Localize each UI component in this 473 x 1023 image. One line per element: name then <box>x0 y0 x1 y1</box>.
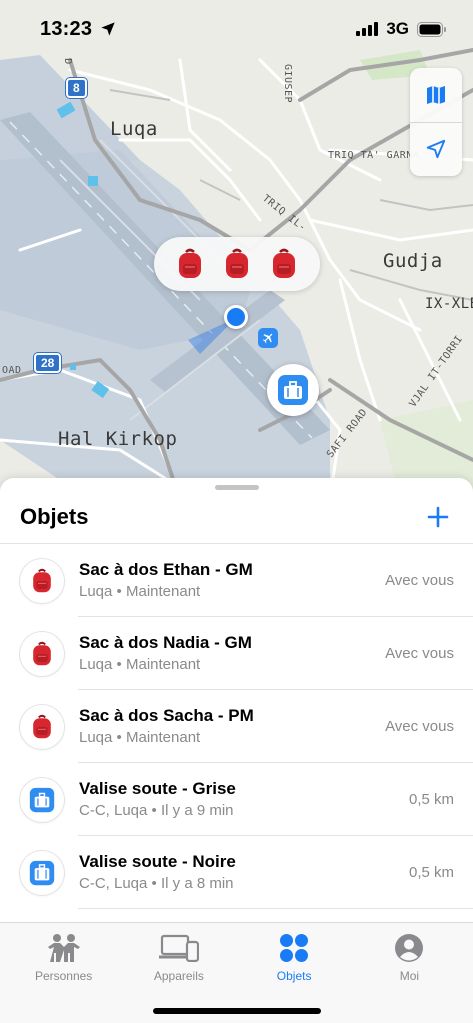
separator-dot: • <box>116 729 122 746</box>
item-name: Valise soute - Noire <box>79 852 236 871</box>
person-circle-icon <box>395 934 424 962</box>
item-icon <box>20 777 64 822</box>
items-sheet: Objets Sac à dos Ethan - GM Luqa • Maint… <box>0 478 473 925</box>
tab-label: Personnes <box>34 969 93 983</box>
item-status: Avec vous <box>385 645 454 662</box>
item-name: Sac à dos Nadia - GM <box>79 633 252 652</box>
home-indicator <box>152 1008 321 1014</box>
backpack-icon <box>178 248 201 278</box>
map-view[interactable]: Luqa Gudja Hal Kirkop TRIQ TA' GARNA TRI… <box>0 0 473 500</box>
item-icon <box>20 850 64 895</box>
item-status: 0,5 km <box>408 791 454 808</box>
item-location: Luqa • Maintenant <box>79 728 385 748</box>
location-arrow-icon <box>101 22 115 36</box>
backpack-icon <box>33 641 51 665</box>
map-label-hal-kirkop: Hal Kirkop <box>58 428 178 450</box>
item-place: Luqa <box>79 729 113 746</box>
map-mode-button[interactable] <box>410 68 462 122</box>
item-status: Avec vous <box>385 718 454 735</box>
item-location: Luqa • Maintenant <box>79 582 385 602</box>
item-icon <box>20 631 64 676</box>
item-location: C-C, Luqa • Il y a 8 min <box>79 874 409 894</box>
route-shield-8: 8 <box>66 78 87 98</box>
tab-label: Objets <box>276 969 312 983</box>
airport-icon[interactable] <box>258 328 278 348</box>
add-item-button[interactable] <box>423 502 453 532</box>
suitcase-map-pin[interactable] <box>267 364 319 416</box>
list-item[interactable]: Sac à dos Sacha - PM Luqa • Maintenant A… <box>0 690 473 763</box>
user-location-dot <box>224 305 248 329</box>
map-label-ix-xlej: IX-XLEJ <box>425 296 473 312</box>
backpack-icon <box>33 568 51 592</box>
battery-icon <box>417 21 446 37</box>
map-mode-icon <box>427 85 445 104</box>
map-label-oad: OAD <box>2 365 22 376</box>
item-name: Sac à dos Sacha - PM <box>79 706 254 725</box>
list-item[interactable]: Sac à dos Nadia - GM Luqa • Maintenant A… <box>0 617 473 690</box>
devices-icon <box>158 934 199 962</box>
status-bar: 13:23 3G <box>0 0 473 58</box>
item-name: Sac à dos Ethan - GM <box>79 560 253 579</box>
tab-bar: Personnes Appareils Objets Moi <box>0 922 473 1023</box>
locate-me-button[interactable] <box>410 121 462 177</box>
backpack-icon <box>225 248 248 278</box>
item-location: Luqa • Maintenant <box>79 655 385 675</box>
signal-bars-icon <box>356 22 379 36</box>
item-time: Il y a 9 min <box>160 802 234 819</box>
sheet-grabber[interactable] <box>214 485 259 490</box>
separator-dot: • <box>151 802 157 819</box>
people-icon <box>47 934 80 962</box>
item-time: Maintenant <box>125 656 201 673</box>
map-label-road-d: D <box>61 58 73 65</box>
separator-dot: • <box>116 583 122 600</box>
item-time: Maintenant <box>125 729 201 746</box>
item-time: Maintenant <box>125 583 201 600</box>
sheet-header: Objets <box>20 500 453 534</box>
map-label-triq-ta-garna: TRIQ TA' GARNA <box>328 150 420 161</box>
item-icon <box>20 558 64 603</box>
items-grid-icon <box>280 934 309 962</box>
locate-me-icon <box>426 140 446 159</box>
item-time: Il y a 8 min <box>160 875 234 892</box>
suitcase-icon <box>29 787 55 812</box>
route-shield-28: 28 <box>34 353 62 373</box>
backpack-icon <box>33 714 51 738</box>
map-label-luqa: Luqa <box>110 118 158 140</box>
item-status: Avec vous <box>385 572 454 589</box>
item-place: C-C, Luqa <box>79 875 148 892</box>
tab-label: Moi <box>399 969 420 983</box>
tab-personnes[interactable]: Personnes <box>9 923 119 1023</box>
airplane-glyph <box>262 333 273 344</box>
item-place: Luqa <box>79 583 113 600</box>
tab-label: Appareils <box>153 969 204 983</box>
status-time: 13:23 <box>40 17 93 40</box>
plus-icon <box>427 506 449 528</box>
item-name: Valise soute - Grise <box>79 779 236 798</box>
suitcase-icon <box>29 860 55 885</box>
item-status: 0,5 km <box>408 864 454 881</box>
list-item[interactable]: Valise soute - Noire C-C, Luqa • Il y a … <box>0 836 473 909</box>
item-place: C-C, Luqa <box>79 802 148 819</box>
items-list: Sac à dos Ethan - GM Luqa • Maintenant A… <box>0 543 473 909</box>
item-place: Luqa <box>79 656 113 673</box>
item-icon <box>20 704 64 749</box>
items-cluster[interactable] <box>154 237 320 291</box>
map-label-giuseppe: GIUSEP <box>282 63 294 104</box>
item-location: C-C, Luqa • Il y a 9 min <box>79 801 409 821</box>
tab-moi[interactable]: Moi <box>354 923 464 1023</box>
suitcase-icon <box>278 375 308 405</box>
backpack-icon <box>273 248 296 278</box>
list-item[interactable]: Sac à dos Ethan - GM Luqa • Maintenant A… <box>0 544 473 617</box>
separator-dot: • <box>151 875 157 892</box>
sheet-title: Objets <box>20 504 89 529</box>
map-label-gudja: Gudja <box>383 250 443 272</box>
separator-dot: • <box>116 656 122 673</box>
map-controls <box>410 68 462 176</box>
network-type: 3G <box>386 19 409 38</box>
list-item[interactable]: Valise soute - Grise C-C, Luqa • Il y a … <box>0 763 473 836</box>
